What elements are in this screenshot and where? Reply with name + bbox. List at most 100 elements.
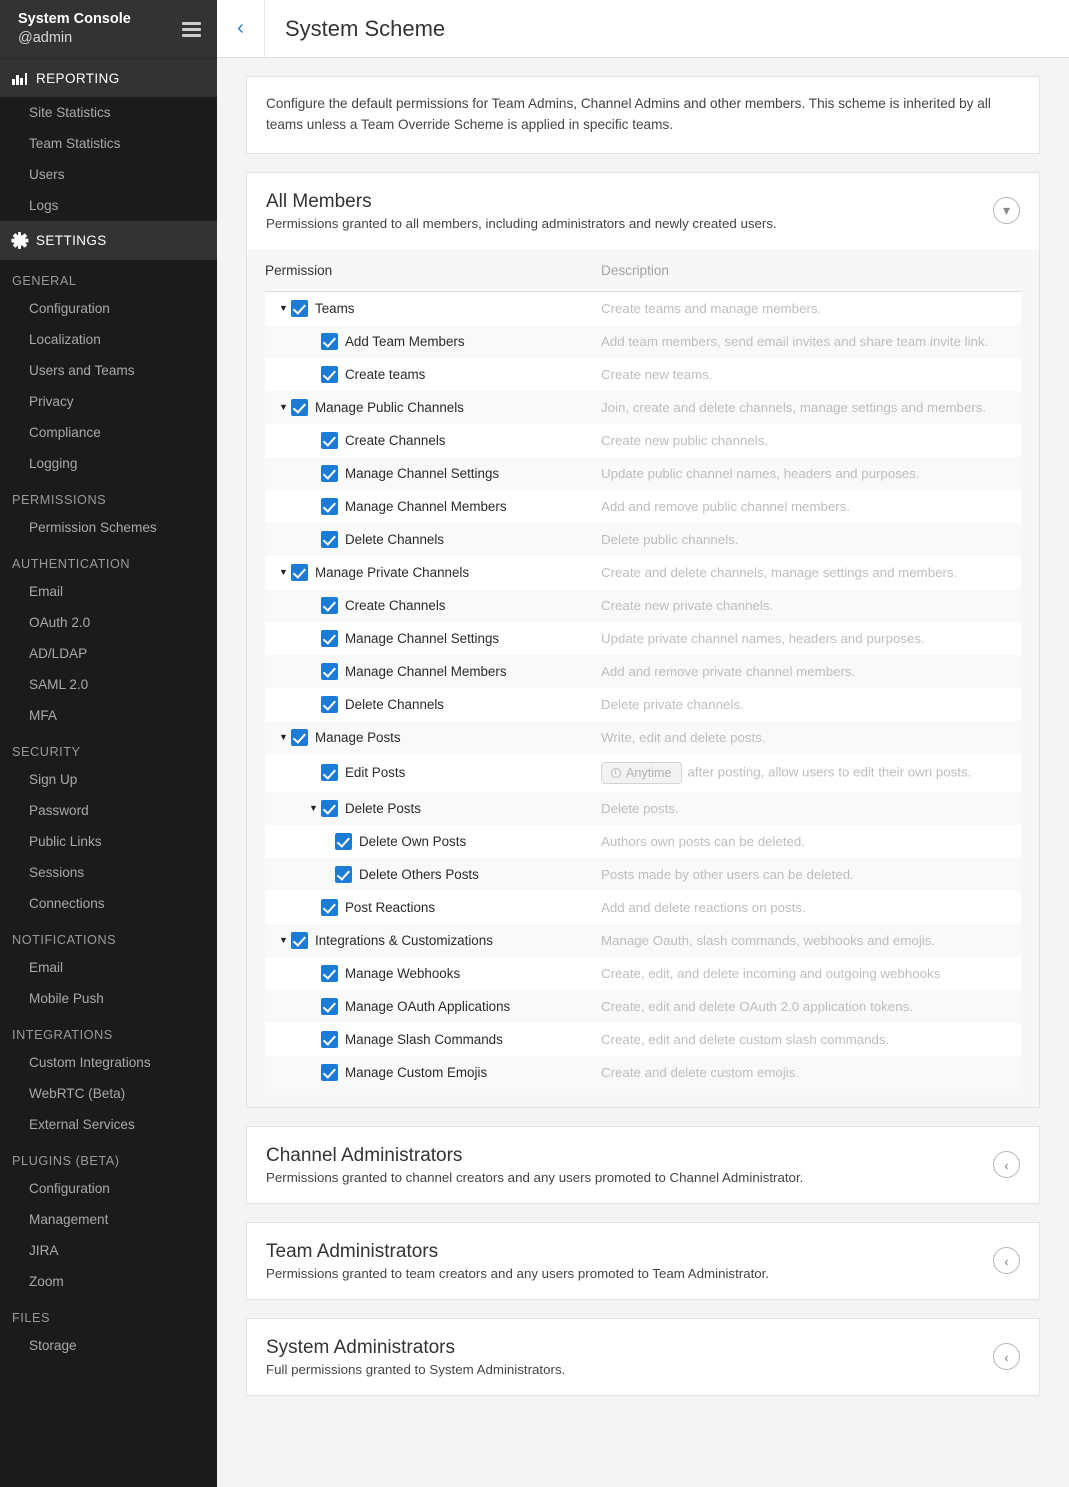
table-row[interactable]: ▼Manage OAuth ApplicationsCreate, edit a…	[265, 990, 1021, 1023]
permission-checkbox[interactable]	[321, 1031, 338, 1048]
permission-checkbox[interactable]	[321, 597, 338, 614]
permission-checkbox[interactable]	[321, 498, 338, 515]
system-administrators-header[interactable]: System Administrators Full permissions g…	[247, 1319, 1039, 1395]
sidebar-item-mfa[interactable]: MFA	[0, 700, 217, 731]
table-row[interactable]: ▼Add Team MembersAdd team members, send …	[265, 325, 1021, 358]
sidebar-item-saml[interactable]: SAML 2.0	[0, 669, 217, 700]
hamburger-icon[interactable]	[182, 22, 201, 37]
caret-down-icon[interactable]: ▼	[279, 403, 291, 412]
permission-checkbox[interactable]	[321, 800, 338, 817]
permission-checkbox[interactable]	[291, 399, 308, 416]
permissions-table: Permission Description ▼TeamsCreate team…	[265, 249, 1021, 1089]
table-row[interactable]: ▼Delete Others PostsPosts made by other …	[265, 858, 1021, 891]
chevron-down-circle-icon[interactable]: ▾	[993, 197, 1020, 224]
table-row[interactable]: ▼Create ChannelsCreate new public channe…	[265, 424, 1021, 457]
permission-checkbox[interactable]	[321, 465, 338, 482]
permission-checkbox[interactable]	[321, 333, 338, 350]
sidebar-section-settings[interactable]: SETTINGS	[0, 221, 217, 260]
sidebar-item-users-and-teams[interactable]: Users and Teams	[0, 355, 217, 386]
permission-checkbox[interactable]	[335, 833, 352, 850]
permission-checkbox[interactable]	[321, 630, 338, 647]
sidebar-item-connections[interactable]: Connections	[0, 888, 217, 919]
permission-checkbox[interactable]	[321, 764, 338, 781]
caret-down-icon[interactable]: ▼	[279, 304, 291, 313]
permission-checkbox[interactable]	[291, 300, 308, 317]
sidebar-item-sign-up[interactable]: Sign Up	[0, 764, 217, 795]
table-row[interactable]: ▼Manage Channel SettingsUpdate public ch…	[265, 457, 1021, 490]
caret-down-icon[interactable]: ▼	[279, 733, 291, 742]
table-row[interactable]: ▼Delete ChannelsDelete private channels.	[265, 688, 1021, 721]
permission-checkbox[interactable]	[291, 729, 308, 746]
sidebar-item-auth-email[interactable]: Email	[0, 576, 217, 607]
permission-checkbox[interactable]	[321, 531, 338, 548]
all-members-header-text: All Members Permissions granted to all m…	[266, 191, 777, 231]
sidebar-item-webrtc[interactable]: WebRTC (Beta)	[0, 1078, 217, 1109]
table-row[interactable]: ▼Post ReactionsAdd and delete reactions …	[265, 891, 1021, 924]
permission-checkbox[interactable]	[321, 663, 338, 680]
table-row[interactable]: ▼Manage Public ChannelsJoin, create and …	[265, 391, 1021, 424]
chevron-left-icon[interactable]: ‹	[217, 0, 265, 57]
permission-checkbox[interactable]	[291, 564, 308, 581]
sidebar-item-management[interactable]: Management	[0, 1204, 217, 1235]
permission-checkbox[interactable]	[321, 366, 338, 383]
permission-checkbox[interactable]	[321, 432, 338, 449]
table-row[interactable]: ▼Integrations & CustomizationsManage Oau…	[265, 924, 1021, 957]
permission-checkbox[interactable]	[335, 866, 352, 883]
table-row[interactable]: ▼Create ChannelsCreate new private chann…	[265, 589, 1021, 622]
table-row[interactable]: ▼Manage Channel MembersAdd and remove pu…	[265, 490, 1021, 523]
sidebar-item-notif-email[interactable]: Email	[0, 952, 217, 983]
sidebar-item-storage[interactable]: Storage	[0, 1330, 217, 1361]
caret-down-icon[interactable]: ▼	[279, 568, 291, 577]
sidebar-item-users[interactable]: Users	[0, 159, 217, 190]
sidebar-item-sessions[interactable]: Sessions	[0, 857, 217, 888]
team-administrators-header[interactable]: Team Administrators Permissions granted …	[247, 1223, 1039, 1299]
all-members-header[interactable]: All Members Permissions granted to all m…	[247, 173, 1039, 249]
sidebar-item-compliance[interactable]: Compliance	[0, 417, 217, 448]
chevron-left-circle-icon[interactable]: ‹	[993, 1247, 1020, 1274]
table-row[interactable]: ▼TeamsCreate teams and manage members.	[265, 291, 1021, 325]
permission-checkbox[interactable]	[291, 932, 308, 949]
channel-administrators-header[interactable]: Channel Administrators Permissions grant…	[247, 1127, 1039, 1203]
permission-checkbox[interactable]	[321, 998, 338, 1015]
permission-checkbox[interactable]	[321, 899, 338, 916]
sidebar-item-logs[interactable]: Logs	[0, 190, 217, 221]
chevron-left-circle-icon[interactable]: ‹	[993, 1343, 1020, 1370]
sidebar-item-team-statistics[interactable]: Team Statistics	[0, 128, 217, 159]
caret-down-icon[interactable]: ▼	[309, 804, 321, 813]
edit-post-time-dropdown[interactable]: Anytime	[601, 762, 682, 784]
sidebar-section-reporting[interactable]: REPORTING	[0, 58, 217, 97]
caret-down-icon[interactable]: ▼	[279, 936, 291, 945]
table-row[interactable]: ▼Manage Channel MembersAdd and remove pr…	[265, 655, 1021, 688]
table-row[interactable]: ▼Edit PostsAnytimeafter posting, allow u…	[265, 754, 1021, 792]
permission-checkbox[interactable]	[321, 1064, 338, 1081]
permission-checkbox[interactable]	[321, 696, 338, 713]
table-row[interactable]: ▼Manage Channel SettingsUpdate private c…	[265, 622, 1021, 655]
sidebar-item-external-services[interactable]: External Services	[0, 1109, 217, 1140]
sidebar-item-permission-schemes[interactable]: Permission Schemes	[0, 512, 217, 543]
table-row[interactable]: ▼Manage Custom EmojisCreate and delete c…	[265, 1056, 1021, 1089]
table-row[interactable]: ▼Manage PostsWrite, edit and delete post…	[265, 721, 1021, 754]
table-row[interactable]: ▼Manage Slash CommandsCreate, edit and d…	[265, 1023, 1021, 1056]
permission-checkbox[interactable]	[321, 965, 338, 982]
sidebar-item-jira[interactable]: JIRA	[0, 1235, 217, 1266]
sidebar-item-privacy[interactable]: Privacy	[0, 386, 217, 417]
table-row[interactable]: ▼Delete PostsDelete posts.	[265, 792, 1021, 825]
sidebar-item-zoom[interactable]: Zoom	[0, 1266, 217, 1297]
sidebar-item-configuration[interactable]: Configuration	[0, 293, 217, 324]
sidebar-item-oauth[interactable]: OAuth 2.0	[0, 607, 217, 638]
table-row[interactable]: ▼Create teamsCreate new teams.	[265, 358, 1021, 391]
sidebar-item-ad-ldap[interactable]: AD/LDAP	[0, 638, 217, 669]
table-row[interactable]: ▼Delete ChannelsDelete public channels.	[265, 523, 1021, 556]
sidebar-item-password[interactable]: Password	[0, 795, 217, 826]
sidebar-item-public-links[interactable]: Public Links	[0, 826, 217, 857]
sidebar-item-custom-integrations[interactable]: Custom Integrations	[0, 1047, 217, 1078]
table-row[interactable]: ▼Delete Own PostsAuthors own posts can b…	[265, 825, 1021, 858]
sidebar-item-plugin-configuration[interactable]: Configuration	[0, 1173, 217, 1204]
sidebar-item-mobile-push[interactable]: Mobile Push	[0, 983, 217, 1014]
table-row[interactable]: ▼Manage Private ChannelsCreate and delet…	[265, 556, 1021, 589]
sidebar-item-localization[interactable]: Localization	[0, 324, 217, 355]
sidebar-item-site-statistics[interactable]: Site Statistics	[0, 97, 217, 128]
sidebar-item-logging[interactable]: Logging	[0, 448, 217, 479]
table-row[interactable]: ▼Manage WebhooksCreate, edit, and delete…	[265, 957, 1021, 990]
chevron-left-circle-icon[interactable]: ‹	[993, 1151, 1020, 1178]
